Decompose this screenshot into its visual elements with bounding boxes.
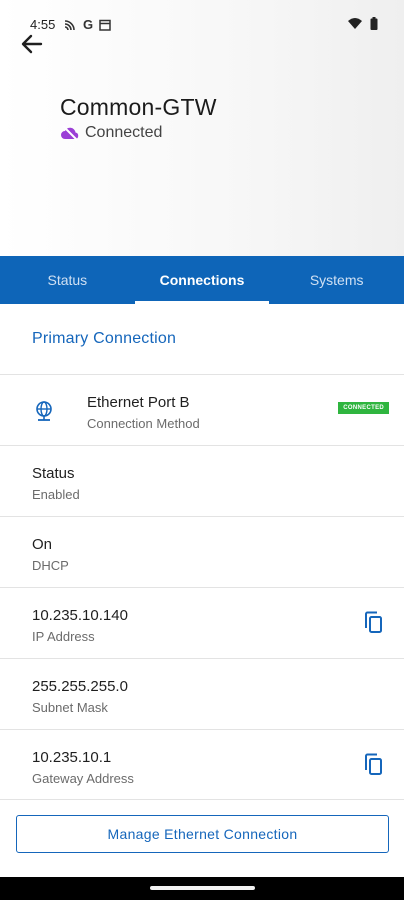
manage-ethernet-button[interactable]: Manage Ethernet Connection — [16, 815, 389, 853]
dhcp-value: On — [32, 536, 53, 553]
copy-icon — [365, 611, 382, 633]
tab-bar: Status Connections Systems — [0, 256, 404, 304]
notification-icons: G — [64, 17, 111, 32]
status-label: Enabled — [32, 487, 80, 502]
copy-ip-button[interactable] — [362, 611, 384, 635]
cloud-connected-icon — [61, 125, 79, 141]
wifi-icon — [348, 18, 362, 29]
gateway-value: 10.235.10.1 — [32, 749, 112, 766]
status-time: 4:55 — [30, 17, 56, 32]
status-bar: 4:55 G — [0, 0, 404, 38]
system-status-icons — [348, 17, 378, 30]
gateway-label: Gateway Address — [32, 771, 134, 786]
status-value: Status — [32, 465, 75, 482]
system-nav-bar — [0, 877, 404, 900]
device-header: 4:55 G Common-GTW Connected — [0, 0, 404, 256]
gateway-row: 10.235.10.1 Gateway Address — [0, 729, 404, 800]
connection-method-row[interactable]: Ethernet Port B Connection Method CONNEC… — [0, 374, 404, 445]
ip-address-row: 10.235.10.140 IP Address — [0, 587, 404, 658]
subnet-mask-value: 255.255.255.0 — [32, 678, 128, 695]
subnet-mask-label: Subnet Mask — [32, 700, 108, 715]
google-icon: G — [83, 17, 94, 32]
connection-status: Connected — [60, 124, 162, 142]
dhcp-label: DHCP — [32, 558, 69, 573]
dhcp-row: On DHCP — [0, 516, 404, 587]
tab-systems[interactable]: Systems — [269, 256, 404, 304]
connection-status-text: Connected — [85, 124, 163, 141]
copy-icon — [365, 753, 382, 775]
connection-method-label: Connection Method — [87, 416, 200, 431]
back-button[interactable] — [20, 32, 52, 60]
subnet-mask-row: 255.255.255.0 Subnet Mask — [0, 658, 404, 729]
calendar-icon — [99, 19, 111, 31]
globe-icon — [36, 401, 52, 421]
status-row: Status Enabled — [0, 445, 404, 516]
battery-icon — [370, 17, 378, 30]
device-name: Common-GTW — [60, 94, 217, 120]
ip-address-value: 10.235.10.140 — [32, 607, 128, 624]
cast-icon — [64, 19, 75, 30]
ip-address-label: IP Address — [32, 629, 95, 644]
tab-connections[interactable]: Connections — [134, 256, 270, 304]
section-title: Primary Connection — [32, 330, 177, 347]
connected-badge: CONNECTED — [338, 402, 389, 414]
home-gesture-handle[interactable] — [150, 886, 255, 890]
connection-method-value: Ethernet Port B — [87, 394, 190, 411]
arrow-back-icon — [21, 34, 43, 54]
copy-gateway-button[interactable] — [362, 753, 384, 777]
tab-status[interactable]: Status — [0, 256, 135, 304]
